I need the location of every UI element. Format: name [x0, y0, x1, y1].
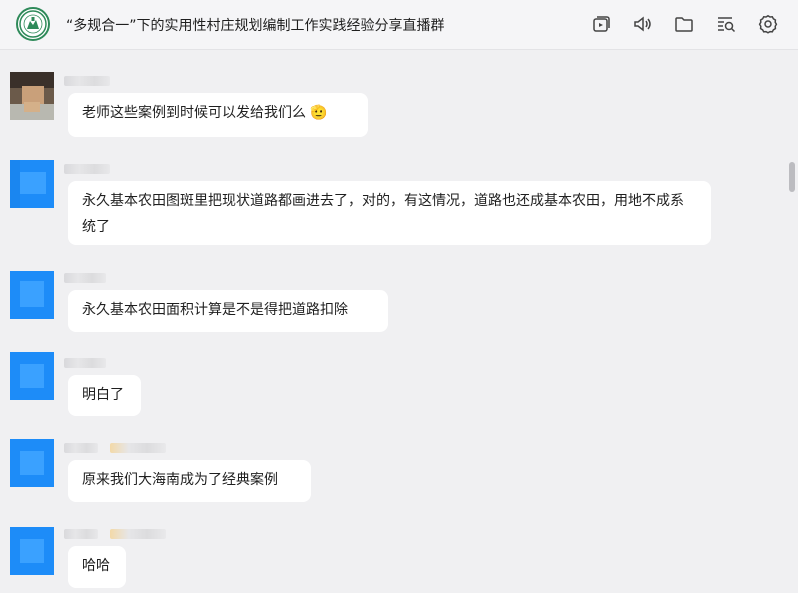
message-bubble[interactable]: 永久基本农田面积计算是不是得把道路扣除 — [68, 290, 388, 332]
sender-name — [64, 273, 106, 283]
avatar[interactable] — [10, 271, 54, 319]
message-text: 老师这些案例到时候可以发给我们么 — [82, 105, 306, 121]
group-logo-icon — [19, 10, 47, 38]
avatar[interactable] — [10, 439, 54, 487]
search-history-icon[interactable] — [715, 13, 737, 35]
sender-tag — [110, 529, 166, 539]
message-text: 哈哈 — [82, 558, 110, 574]
sender-name — [64, 358, 106, 368]
live-icon[interactable] — [590, 13, 612, 35]
sender-name — [64, 76, 110, 86]
emoji-icon: 🫡 — [310, 105, 328, 121]
settings-icon[interactable] — [757, 13, 779, 35]
sender-tag — [110, 443, 166, 453]
chat-header: “多规合一”下的实用性村庄规划编制工作实践经验分享直播群 — [0, 0, 798, 50]
sender-name — [64, 529, 98, 539]
message-text: 永久基本农田图斑里把现状道路都画进去了，对的，有这情况，道路也还成基本农田，用地… — [82, 193, 684, 235]
avatar[interactable] — [10, 352, 54, 400]
message-bubble[interactable]: 原来我们大海南成为了经典案例 — [68, 460, 311, 502]
avatar[interactable] — [10, 527, 54, 575]
scrollbar[interactable] — [789, 162, 795, 192]
sender-name — [64, 443, 98, 453]
message-text: 原来我们大海南成为了经典案例 — [82, 472, 278, 488]
avatar[interactable] — [10, 160, 54, 208]
group-title: “多规合一”下的实用性村庄规划编制工作实践经验分享直播群 — [66, 18, 445, 34]
speaker-icon[interactable] — [631, 13, 653, 35]
message-bubble[interactable]: 哈哈 — [68, 546, 126, 588]
group-avatar[interactable] — [16, 7, 50, 41]
message-bubble[interactable]: 明白了 — [68, 375, 141, 416]
message-bubble[interactable]: 老师这些案例到时候可以发给我们么 🫡 — [68, 93, 368, 137]
avatar[interactable] — [10, 72, 54, 120]
message-text: 明白了 — [82, 387, 124, 403]
sender-name — [64, 164, 110, 174]
message-text: 永久基本农田面积计算是不是得把道路扣除 — [82, 302, 348, 318]
message-bubble[interactable]: 永久基本农田图斑里把现状道路都画进去了，对的，有这情况，道路也还成基本农田，用地… — [68, 181, 711, 245]
folder-icon[interactable] — [673, 13, 695, 35]
